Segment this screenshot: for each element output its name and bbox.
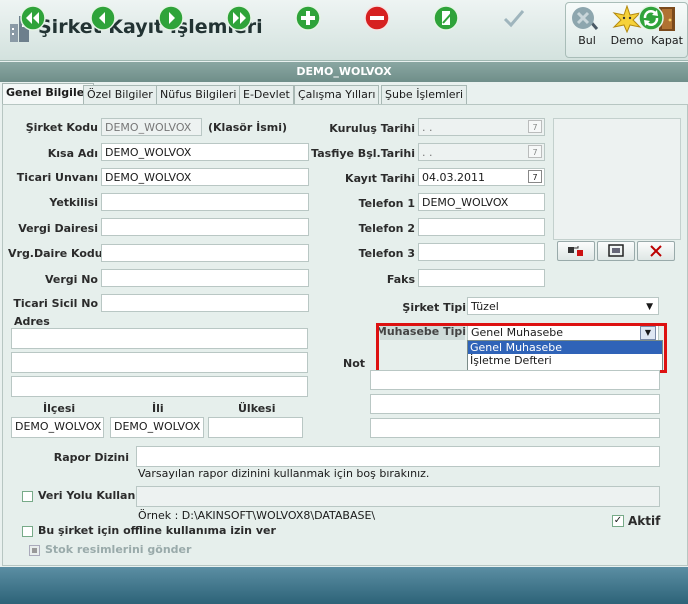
faks-label: Faks (386, 273, 415, 286)
logo-image-box[interactable] (553, 118, 681, 240)
kayit-tarihi-field[interactable]: 04.03.2011 (418, 168, 545, 186)
kurulus-tarihi-field[interactable]: . . (418, 118, 545, 136)
monitor-icon (608, 244, 624, 257)
sirket-tipi-select[interactable]: Tüzel ▼ (467, 297, 659, 315)
next-record-icon[interactable] (158, 5, 184, 31)
sirket-tipi-label: Şirket Tipi (402, 301, 466, 314)
sirket-kodu-field[interactable]: DEMO_WOLVOX (101, 118, 202, 136)
ticari-sicil-no-label: Ticari Sicil No (13, 297, 98, 310)
view-image-button[interactable] (597, 241, 635, 261)
faks-field[interactable] (418, 269, 545, 287)
adres-line-1[interactable] (11, 328, 308, 349)
chevron-down-icon: ▼ (646, 302, 653, 312)
add-record-icon[interactable] (295, 5, 321, 31)
telefon2-field[interactable] (418, 218, 545, 236)
vergi-dairesi-label: Vergi Dairesi (18, 222, 98, 235)
telefon3-field[interactable] (418, 243, 545, 261)
company-banner: DEMO_WOLVOX (0, 62, 688, 82)
kayit-tarihi-label: Kayıt Tarihi (345, 172, 415, 185)
ulkesi-field[interactable] (208, 417, 303, 438)
tab-nufus-bilgileri[interactable]: Nüfus Bilgileri (156, 85, 241, 104)
not-line-2[interactable] (370, 394, 660, 414)
ticari-unvani-label: Ticari Unvanı (16, 171, 98, 184)
ili-field[interactable]: DEMO_WOLVOX (110, 417, 204, 438)
vrg-daire-kodu-label: Vrg.Daire Kodu (8, 247, 103, 260)
ili-label: İli (152, 402, 164, 415)
telefon1-label: Telefon 1 (358, 197, 415, 210)
ornek-path: Örnek : D:\AKINSOFT\WOLVOX8\DATABASE\ (138, 509, 376, 522)
not-label: Not (343, 357, 366, 370)
cancel-icon[interactable] (570, 5, 596, 31)
offline-checkbox[interactable] (22, 526, 33, 537)
telefon2-label: Telefon 2 (358, 222, 415, 235)
sirket-kodu-label: Şirket Kodu (25, 121, 98, 134)
refresh-icon[interactable] (638, 5, 664, 31)
tab-ozel-bilgiler[interactable]: Özel Bilgiler (83, 85, 157, 104)
stok-checkbox[interactable] (29, 545, 40, 556)
transfer-icon (568, 246, 583, 256)
ticari-sicil-no-field[interactable] (101, 294, 309, 312)
telefon3-label: Telefon 3 (358, 247, 415, 260)
tab-e-devlet[interactable]: E-Devlet (239, 85, 294, 104)
vrg-daire-kodu-field[interactable] (101, 244, 309, 262)
not-line-3[interactable] (370, 418, 660, 438)
adres-line-2[interactable] (11, 352, 308, 373)
tab-sube-islemleri[interactable]: Şube İşlemleri (381, 85, 468, 104)
edit-record-icon[interactable] (433, 5, 459, 31)
adres-label: Adres (14, 315, 50, 328)
calendar-icon[interactable]: 7 (528, 120, 542, 133)
vergi-dairesi-field[interactable] (101, 218, 309, 236)
navigation-bar (0, 567, 688, 604)
close-icon (650, 245, 662, 257)
delete-image-button[interactable] (637, 241, 675, 261)
tasfiye-label: Tasfiye Bşl.Tarihi (311, 147, 415, 160)
delete-record-icon[interactable] (364, 5, 390, 31)
rapor-hint: Varsayılan rapor dizinini kullanmak için… (138, 467, 430, 480)
aktif-label: Aktif (628, 514, 661, 528)
tab-calisma-yillari[interactable]: Çalışma Yılları (294, 85, 380, 104)
veri-yolu-checkbox[interactable] (22, 491, 33, 502)
load-image-button[interactable] (557, 241, 595, 261)
aktif-checkbox[interactable]: ✓ (612, 515, 624, 527)
telefon1-field[interactable]: DEMO_WOLVOX (418, 193, 545, 211)
veri-yolu-label: Veri Yolu Kullan (38, 489, 136, 502)
tab-genel-bilgiler[interactable]: Genel Bilgiler (2, 83, 94, 105)
kurulus-tarihi-label: Kuruluş Tarihi (329, 122, 415, 135)
kisa-adi-field[interactable]: DEMO_WOLVOX (101, 143, 309, 161)
previous-record-icon[interactable] (90, 5, 116, 31)
kapat-label: Kapat (651, 34, 683, 47)
vergi-no-label: Vergi No (44, 273, 98, 286)
first-record-icon[interactable] (20, 5, 46, 31)
yetkilisi-field[interactable] (101, 193, 309, 211)
rapor-dizini-label: Rapor Dizini (53, 451, 129, 464)
tasfiye-field[interactable]: . . (418, 143, 545, 161)
last-record-icon[interactable] (226, 5, 252, 31)
vergi-no-field[interactable] (101, 269, 309, 287)
not-line-1[interactable] (370, 370, 660, 390)
bul-label: Bul (578, 34, 596, 47)
confirm-icon[interactable] (501, 5, 527, 31)
highlight-box (376, 323, 667, 373)
offline-label: Bu şirket için offline kullanıma izin ve… (38, 524, 276, 537)
rapor-dizini-field[interactable] (136, 446, 660, 467)
sirket-tipi-value: Tüzel (471, 300, 499, 313)
ilcesi-label: İlçesi (43, 402, 76, 415)
stok-label: Stok resimlerini gönder (45, 543, 192, 556)
demo-label: Demo (610, 34, 644, 47)
calendar-icon[interactable]: 7 (528, 145, 542, 158)
calendar-icon[interactable]: 7 (528, 170, 542, 183)
ulkesi-label: Ülkesi (238, 402, 276, 415)
klasor-ismi-note: (Klasör İsmi) (208, 121, 288, 134)
kisa-adi-label: Kısa Adı (47, 147, 98, 160)
adres-line-3[interactable] (11, 376, 308, 397)
ilcesi-field[interactable]: DEMO_WOLVOX (11, 417, 104, 438)
veri-yolu-field[interactable] (136, 486, 660, 507)
yetkilisi-label: Yetkilisi (49, 196, 98, 209)
ticari-unvani-field[interactable]: DEMO_WOLVOX (101, 168, 309, 186)
